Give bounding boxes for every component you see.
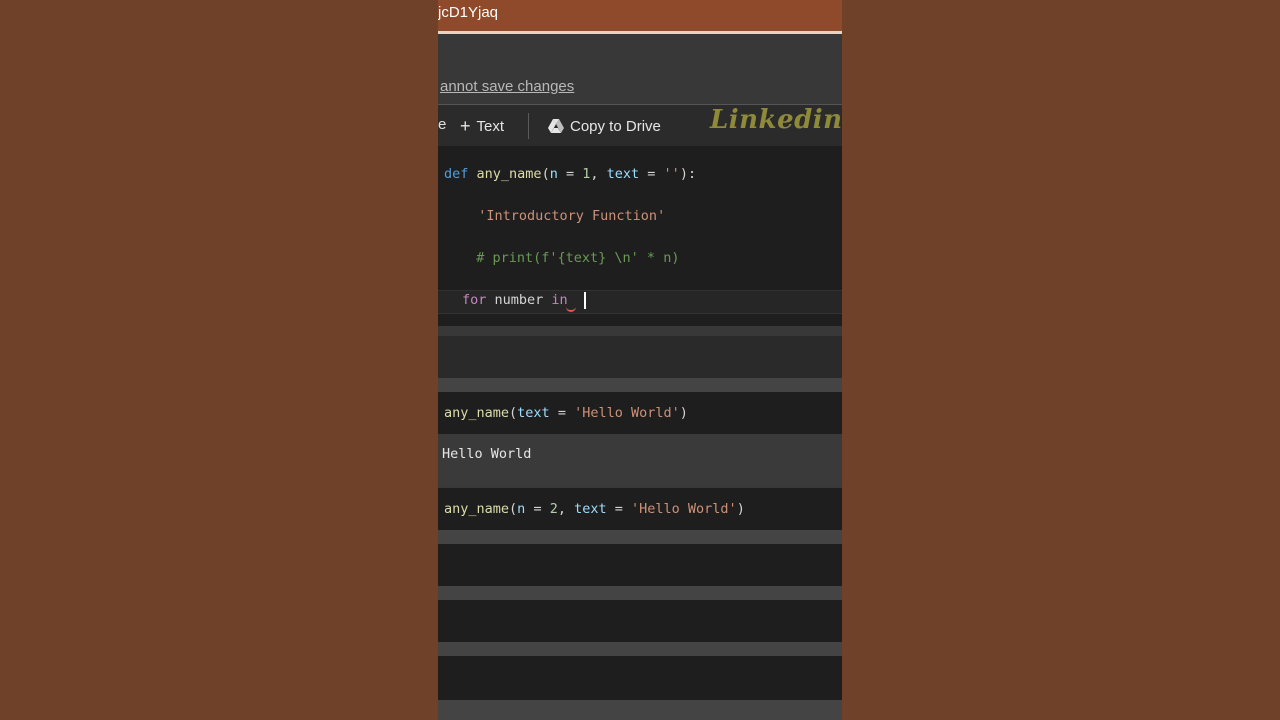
code-line-4[interactable]: for number in	[462, 292, 576, 308]
output-text: Hello World	[442, 446, 532, 462]
plus-icon: +	[460, 116, 471, 136]
cell-gap	[438, 326, 842, 336]
code-call-2[interactable]: any_name(n = 2, text = 'Hello World')	[444, 501, 745, 517]
text-cursor	[584, 292, 586, 309]
cell-gap	[438, 700, 842, 720]
left-background	[0, 0, 438, 720]
output-area: Hello World	[438, 434, 842, 486]
toolbar: e + Text Copy to Drive Linkedin.c	[438, 104, 842, 147]
code-cell-call-1[interactable]: any_name(text = 'Hello World')	[438, 392, 842, 434]
notebook-screen: jcD1Yjaq annot save changes e + Text Cop…	[438, 0, 842, 720]
empty-cell[interactable]	[438, 600, 842, 642]
cell-gap	[438, 378, 842, 392]
cell-gap	[438, 586, 842, 600]
cell-gap	[438, 642, 842, 656]
toolbar-cut-label[interactable]: e	[438, 116, 446, 133]
empty-cell[interactable]	[438, 656, 842, 700]
title-bar-text: jcD1Yjaq	[438, 4, 499, 21]
code-call-1[interactable]: any_name(text = 'Hello World')	[444, 405, 688, 421]
empty-cell[interactable]	[438, 544, 842, 586]
copy-to-drive-label: Copy to Drive	[570, 117, 661, 135]
code-line-2[interactable]: 'Introductory Function'	[462, 208, 665, 224]
output-area-empty	[438, 336, 842, 378]
code-line-1[interactable]: def any_name(n = 1, text = ''):	[444, 166, 696, 182]
add-text-label: Text	[476, 117, 505, 135]
watermark-text: Linkedin.c	[710, 105, 842, 135]
code-line-3[interactable]: # print(f'{text} \n' * n)	[460, 250, 679, 266]
code-cell-call-2[interactable]: any_name(n = 2, text = 'Hello World')	[438, 488, 842, 530]
toolbar-divider	[528, 113, 529, 139]
title-bar: jcD1Yjaq	[438, 0, 842, 34]
cannot-save-notice[interactable]: annot save changes	[440, 78, 574, 95]
right-background	[842, 0, 1280, 720]
copy-to-drive-button[interactable]: Copy to Drive	[548, 113, 661, 139]
cell-gap	[438, 530, 842, 544]
drive-icon	[548, 119, 564, 133]
add-text-button[interactable]: + Text	[460, 113, 504, 139]
